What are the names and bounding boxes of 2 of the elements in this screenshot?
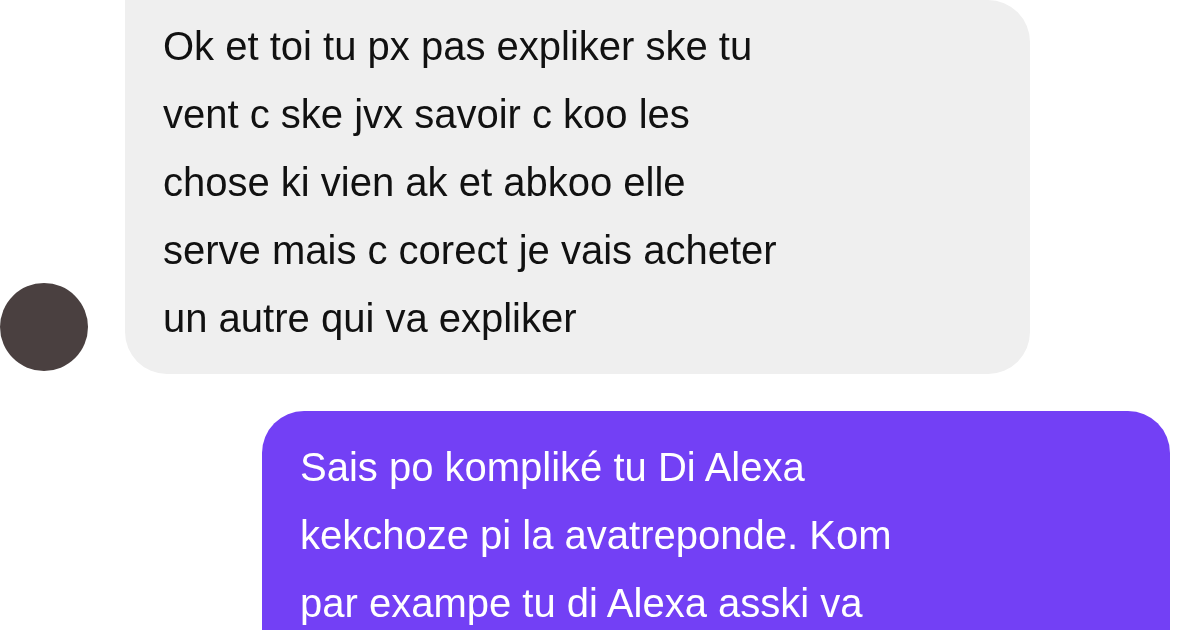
message-text: Sais po kompliké tu Di Alexa kekchoze pi la avatreponde. Kom par exampe tu di Alexa asski va [300,444,893,627]
message-text: Ok et toi tu px pas expliker ske tu vent c ske jvx savoir c koo les chose ki vien ak et abkoo elle serve mais c corect je vais acheter un autre qui va expliker [163,23,778,342]
